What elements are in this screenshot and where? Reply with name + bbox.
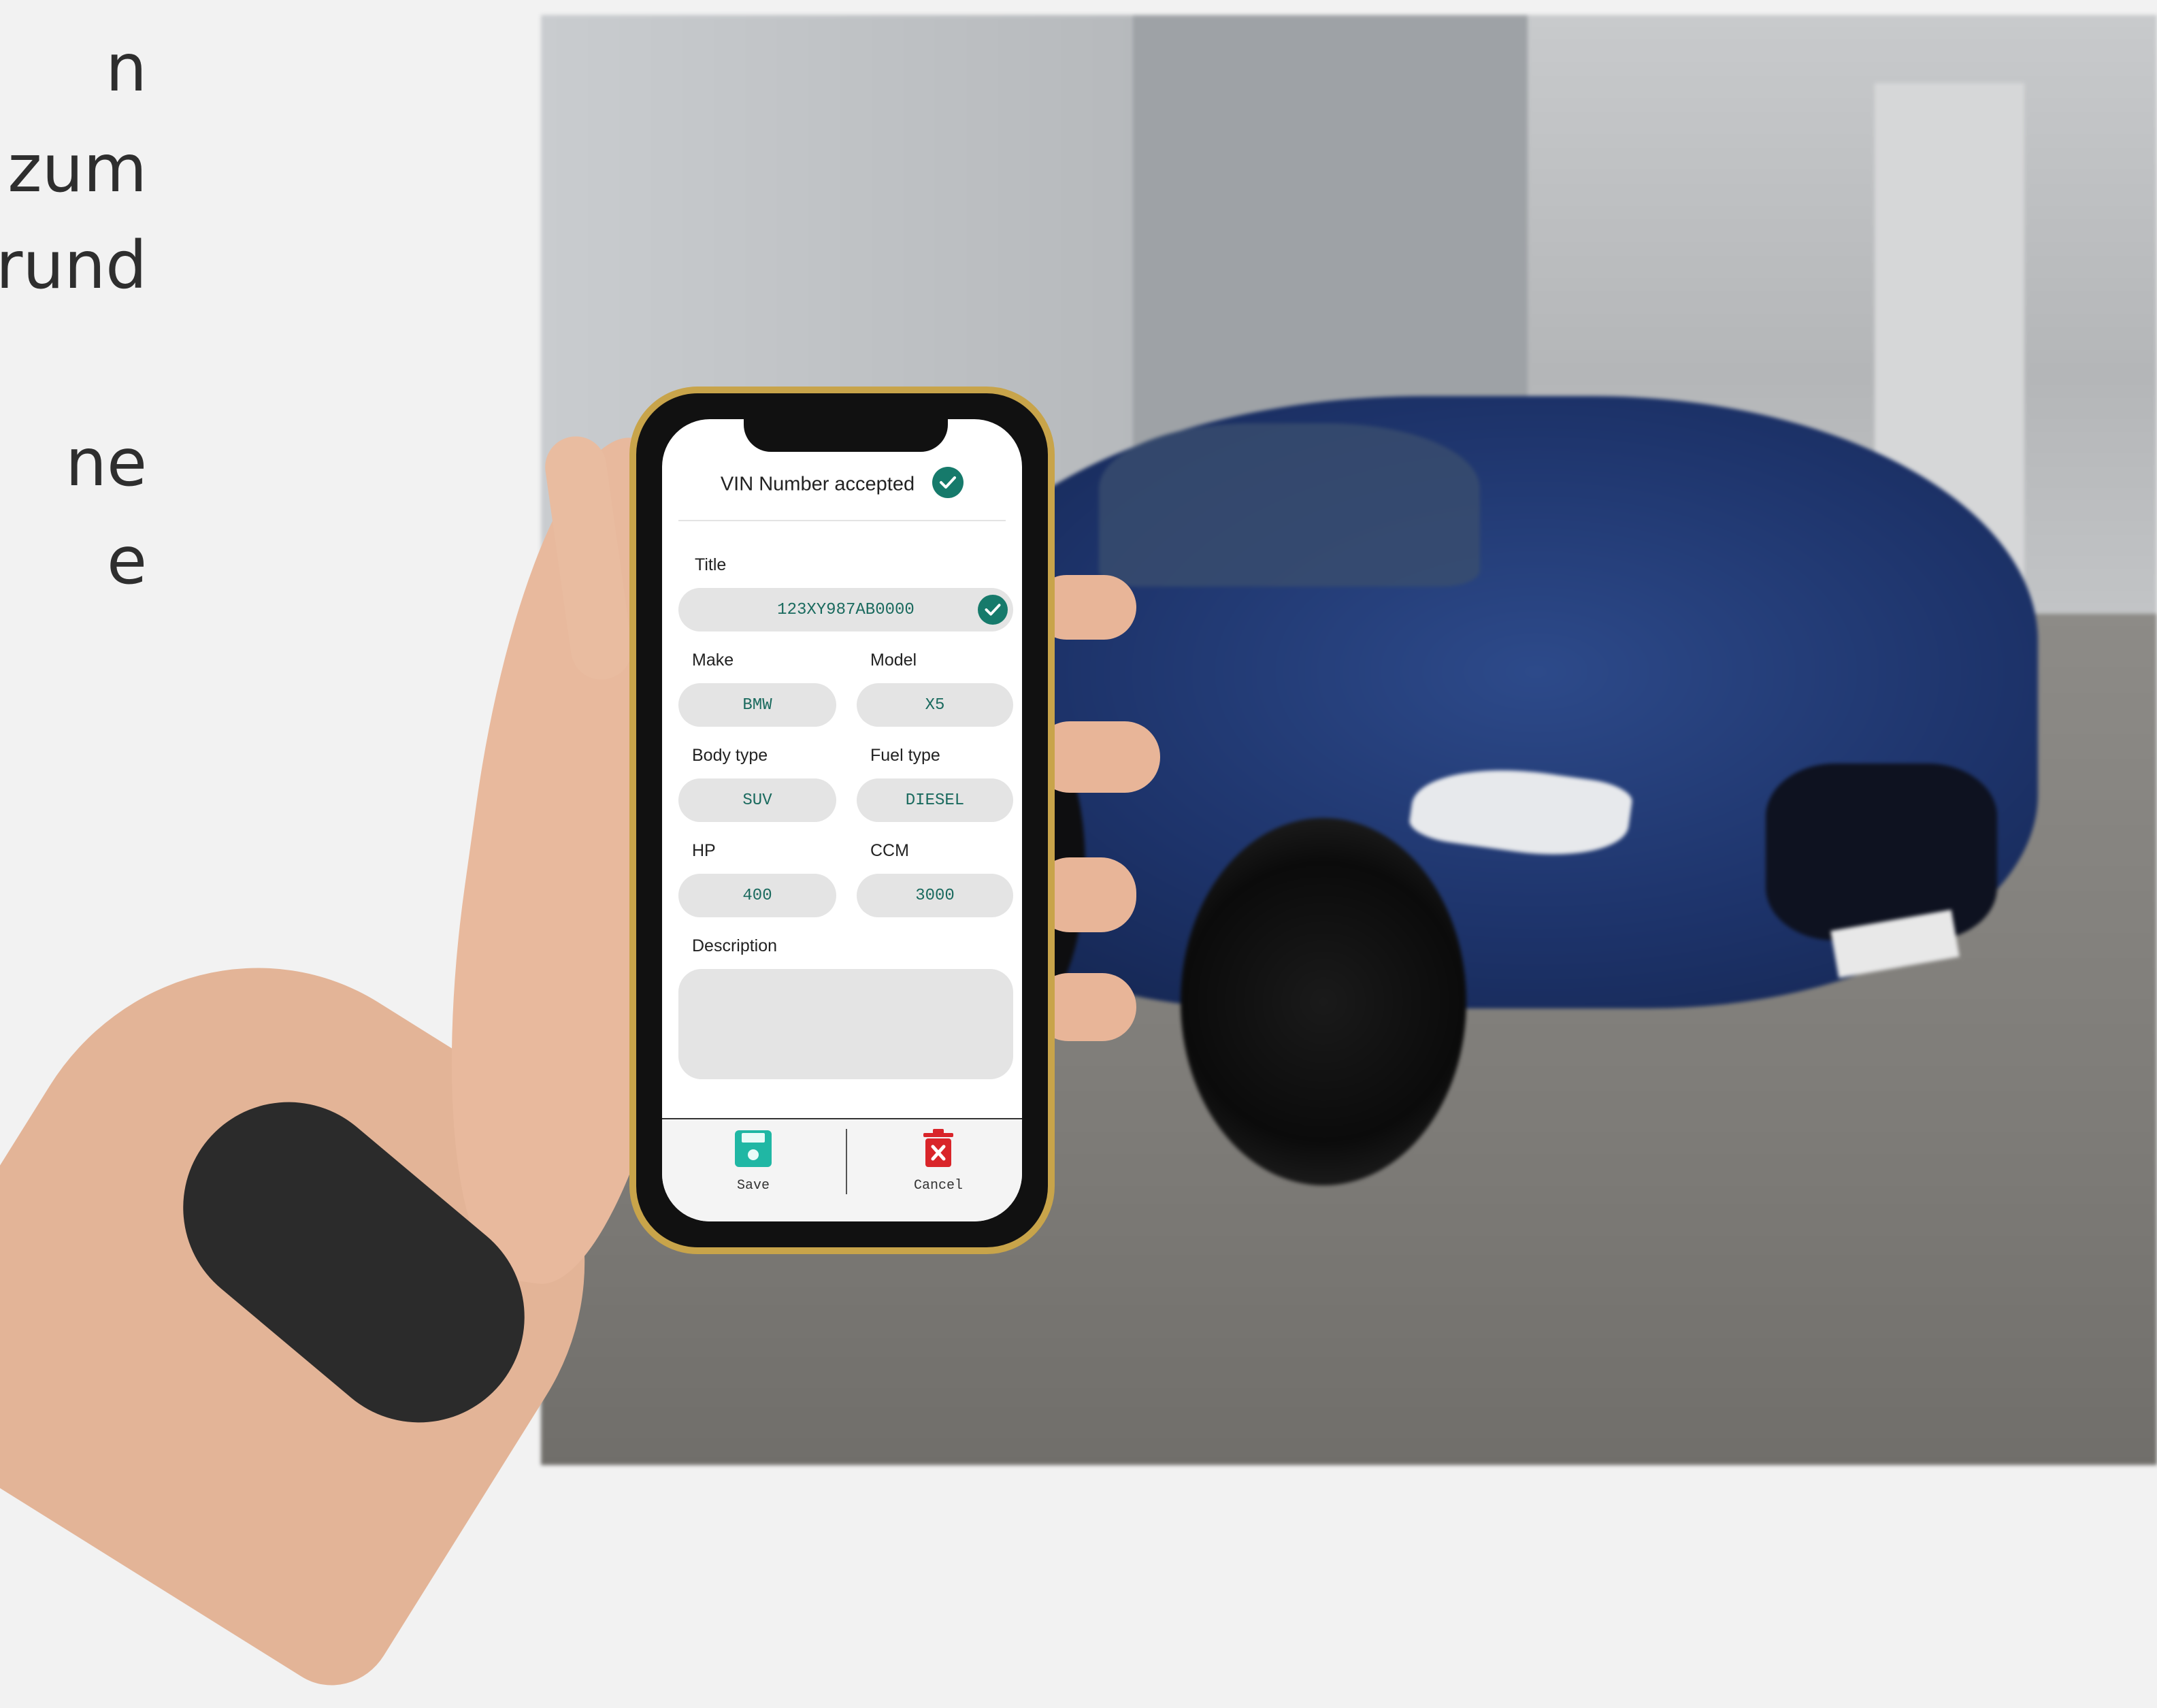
phone-notch: [744, 419, 948, 452]
header-divider: [678, 520, 1006, 521]
check-icon: [932, 467, 964, 504]
fuel-type-field[interactable]: DIESEL: [857, 778, 1013, 822]
body-type-field[interactable]: SUV: [678, 778, 836, 822]
side-text-line-3: rund: [0, 227, 147, 303]
body-type-value: SUV: [742, 791, 772, 810]
title-field[interactable]: 123XY987AB0000: [678, 588, 1013, 631]
hp-label: HP: [692, 841, 716, 860]
vin-status: VIN Number accepted: [662, 467, 1022, 504]
make-label: Make: [692, 651, 734, 670]
side-text-line-5: e: [106, 523, 147, 599]
model-value: X5: [925, 695, 945, 715]
side-text-line-4: ne: [65, 425, 147, 501]
side-text-line-1: n: [105, 30, 147, 106]
fuel-type-value: DIESEL: [905, 791, 965, 810]
description-field[interactable]: [678, 969, 1013, 1079]
fuel-type-label: Fuel type: [870, 746, 940, 765]
bottom-bar-divider: [846, 1129, 847, 1194]
title-value: 123XY987AB0000: [777, 600, 915, 619]
make-field[interactable]: BMW: [678, 683, 836, 727]
app-screen: VIN Number accepted Title 123XY987AB0000…: [662, 419, 1022, 1221]
ccm-field[interactable]: 3000: [857, 874, 1013, 917]
phone-device: VIN Number accepted Title 123XY987AB0000…: [629, 387, 1055, 1254]
save-button[interactable]: Save: [685, 1129, 821, 1194]
body-type-label: Body type: [692, 746, 768, 765]
ccm-label: CCM: [870, 841, 909, 860]
cancel-label: Cancel: [913, 1178, 963, 1194]
make-value: BMW: [742, 695, 772, 715]
model-label: Model: [870, 651, 917, 670]
bottom-action-bar: Save Cancel: [662, 1118, 1022, 1221]
description-label: Description: [692, 936, 778, 955]
side-text-line-2: zum: [7, 131, 147, 207]
model-field[interactable]: X5: [857, 683, 1013, 727]
trash-icon: [921, 1129, 955, 1172]
check-icon: [978, 595, 1008, 628]
save-icon: [734, 1130, 773, 1172]
save-label: Save: [736, 1178, 770, 1194]
hp-field[interactable]: 400: [678, 874, 836, 917]
ccm-value: 3000: [915, 886, 955, 905]
vin-status-text: VIN Number accepted: [720, 473, 915, 495]
title-label: Title: [695, 555, 727, 574]
side-marketing-text: n zum rund ne e: [0, 0, 174, 612]
cancel-button[interactable]: Cancel: [870, 1129, 1006, 1194]
hp-value: 400: [742, 886, 772, 905]
